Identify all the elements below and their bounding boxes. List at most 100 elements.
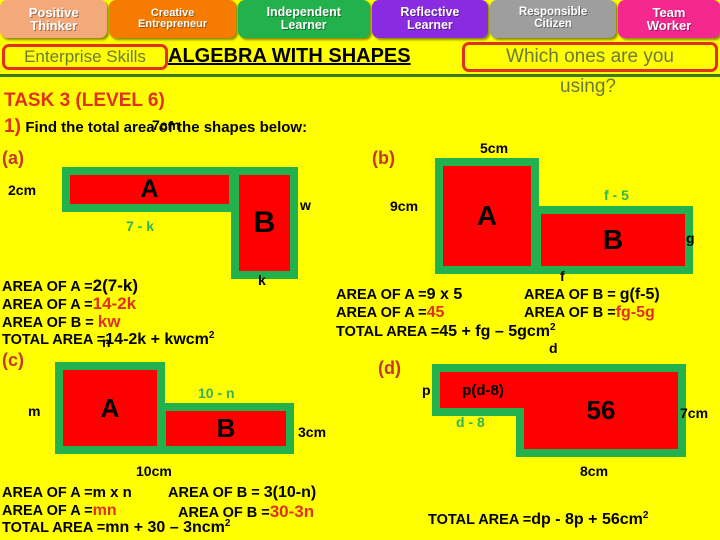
- formula-b-total-rhs: 45 + fg – 5g: [439, 322, 527, 340]
- dim-b-bottom: f: [560, 268, 565, 284]
- formula-a-line3-lhs: AREA OF B =: [2, 315, 98, 331]
- formula-b-b-line2-rhs: fg-5g: [615, 304, 655, 321]
- shape-c-rect-A: A: [63, 370, 157, 446]
- question-number: 1): [4, 116, 21, 137]
- formula-a-total-lhs: TOTAL AREA =: [2, 331, 106, 348]
- formula-b-a-line2-lhs: AREA OF A =: [336, 305, 427, 321]
- skill-tab-team-worker[interactable]: Team Worker: [617, 0, 720, 38]
- dim-c-bottom: 10cm: [136, 463, 172, 479]
- formula-c-total-unit: cm: [201, 518, 225, 536]
- formula-d-total-sup: 2: [642, 510, 649, 521]
- formula-c-b-line2-rhs: 30-3n: [269, 502, 315, 521]
- skill-tab-label-line2: Learner: [406, 18, 453, 32]
- dim-d-top: d: [549, 340, 558, 356]
- shape-b-rect-A: A: [443, 166, 531, 266]
- formula-a-total-rhs: 14-2k + kw: [105, 330, 186, 348]
- formula-a-total-unit: cm: [185, 330, 209, 348]
- skill-tab-label-line2: Worker: [646, 18, 692, 33]
- dim-c-top-b: 10 - n: [198, 385, 235, 401]
- formula-a-total-sup: 2: [208, 330, 215, 341]
- shape-a-rect-A: A: [70, 175, 229, 204]
- formula-b-total-unit: cm: [526, 322, 550, 340]
- dim-d-right: 7cm: [680, 405, 709, 421]
- skill-tab-label-line2: Learner: [280, 18, 327, 32]
- dim-a-left: 2cm: [8, 182, 37, 198]
- part-label-d: (d): [378, 358, 401, 378]
- skill-tab-label-line2: Thinker: [30, 18, 78, 33]
- formula-b-a-line2: AREA OF A =45: [336, 304, 444, 322]
- dim-c-right: 3cm: [298, 424, 327, 440]
- shape-d-rect-A: p(d-8): [440, 372, 526, 408]
- formula-c-total-lhs: TOTAL AREA =: [2, 519, 106, 536]
- skills-tab-bar: Positive Thinker Creative Entrepreneur I…: [0, 0, 720, 38]
- formula-b-total: TOTAL AREA =45 + fg – 5gcm2: [336, 322, 556, 341]
- formula-a-line2: AREA OF A =14-2k: [2, 294, 136, 314]
- title-row: Enterprise Skills ALGEBRA WITH SHAPES Wh…: [0, 42, 720, 74]
- skill-tab-creative-entrepreneur[interactable]: Creative Entrepreneur: [109, 0, 236, 38]
- formula-b-a-line1: AREA OF A =9 x 5: [336, 286, 462, 304]
- formula-a-line1: AREA OF A =2(7-k): [2, 276, 138, 296]
- dim-d-left: p: [422, 382, 431, 398]
- page-title: ALGEBRA WITH SHAPES: [168, 45, 411, 67]
- task-title: TASK 3 (LEVEL 6): [4, 90, 165, 111]
- formula-c-a-line1-rhs: m x n: [92, 484, 132, 501]
- shape-b-rect-B: B: [541, 214, 685, 266]
- part-label-b: (b): [372, 148, 395, 169]
- dim-b-top: 5cm: [480, 140, 509, 156]
- formula-b-a-line1-rhs: 9 x 5: [426, 286, 463, 303]
- skill-tab-reflective-learner[interactable]: Reflective Learner: [371, 0, 489, 38]
- formula-b-total-lhs: TOTAL AREA =: [336, 323, 440, 340]
- formula-c-b-line1-rhs: 3(10-n): [263, 484, 317, 501]
- skill-tab-label-line1: Team: [652, 4, 686, 20]
- formula-a-line2-lhs: AREA OF A =: [2, 297, 93, 313]
- formula-c-a-line2-lhs: AREA OF A =: [2, 503, 93, 519]
- dim-d-bottom-b: 8cm: [580, 463, 609, 479]
- skill-tab-label-line2: Entrepreneur: [138, 18, 208, 30]
- formula-c-total-sup: 2: [224, 518, 231, 529]
- shape-a-rect-B: B: [239, 175, 290, 271]
- formula-b-b-line2-lhs: AREA OF B =: [524, 305, 616, 321]
- formula-d-total-lhs: TOTAL AREA =: [428, 511, 532, 528]
- formula-b-total-sup: 2: [549, 322, 556, 333]
- formula-b-a-line2-rhs: 45: [426, 304, 445, 321]
- dim-a-top: 7cm: [152, 117, 181, 133]
- formula-b-b-line1: AREA OF B = g(f-5): [524, 286, 660, 304]
- header-divider: [0, 74, 720, 77]
- skill-tab-responsible-citizen[interactable]: Responsible Citizen: [490, 0, 616, 38]
- dim-c-left: m: [28, 403, 41, 419]
- formula-c-total: TOTAL AREA =mn + 30 – 3ncm2: [2, 518, 230, 537]
- formula-c-b-line1: AREA OF B = 3(10-n): [168, 484, 316, 502]
- skill-tab-independent-learner[interactable]: Independent Learner: [237, 0, 370, 38]
- skill-tab-positive-thinker[interactable]: Positive Thinker: [0, 0, 108, 38]
- formula-a-line3-rhs: kw: [97, 312, 121, 331]
- formula-a-line1-lhs: AREA OF A =: [2, 279, 93, 295]
- formula-b-a-line1-lhs: AREA OF A =: [336, 287, 427, 303]
- dim-b-right: g: [686, 230, 695, 246]
- part-label-c: (c): [2, 350, 24, 370]
- shape-d-rect-B: 56: [524, 372, 678, 449]
- formula-c-total-rhs: mn + 30 – 3n: [105, 518, 202, 536]
- using-label: using?: [560, 76, 616, 97]
- formula-b-b-line2: AREA OF B =fg-5g: [524, 304, 655, 322]
- formula-a-line3: AREA OF B = kw: [2, 312, 120, 332]
- formula-c-a-line1: AREA OF A =m x n: [2, 484, 132, 501]
- which-ones-label: Which ones are you: [506, 46, 674, 67]
- slide-canvas: Positive Thinker Creative Entrepreneur I…: [0, 0, 720, 540]
- skill-tab-label-line1: Positive: [28, 4, 79, 20]
- enterprise-skills-box: Enterprise Skills: [2, 44, 168, 70]
- which-ones-box: Which ones are you: [462, 42, 718, 72]
- shape-c-rect-B: B: [166, 411, 286, 446]
- formula-d-total-unit: cm: [619, 510, 643, 528]
- formula-a-line1-rhs: 2(7-k): [92, 276, 138, 295]
- formula-d-total: TOTAL AREA =dp - 8p + 56cm2: [428, 510, 648, 529]
- part-label-b-text: (b): [372, 148, 395, 168]
- dim-b-top-b: f - 5: [604, 187, 629, 203]
- formula-b-b-line1-lhs: AREA OF B =: [524, 287, 620, 303]
- formula-c-b-line1-lhs: AREA OF B =: [168, 485, 264, 501]
- formula-a-line2-rhs: 14-2k: [92, 294, 137, 313]
- formula-d-total-rhs: dp - 8p + 56: [531, 510, 620, 528]
- dim-a-bottom-a: 7 - k: [126, 218, 155, 234]
- dim-a-right: w: [300, 197, 311, 213]
- skill-tab-label-line2: Citizen: [534, 18, 572, 30]
- enterprise-skills-label: Enterprise Skills: [24, 47, 146, 66]
